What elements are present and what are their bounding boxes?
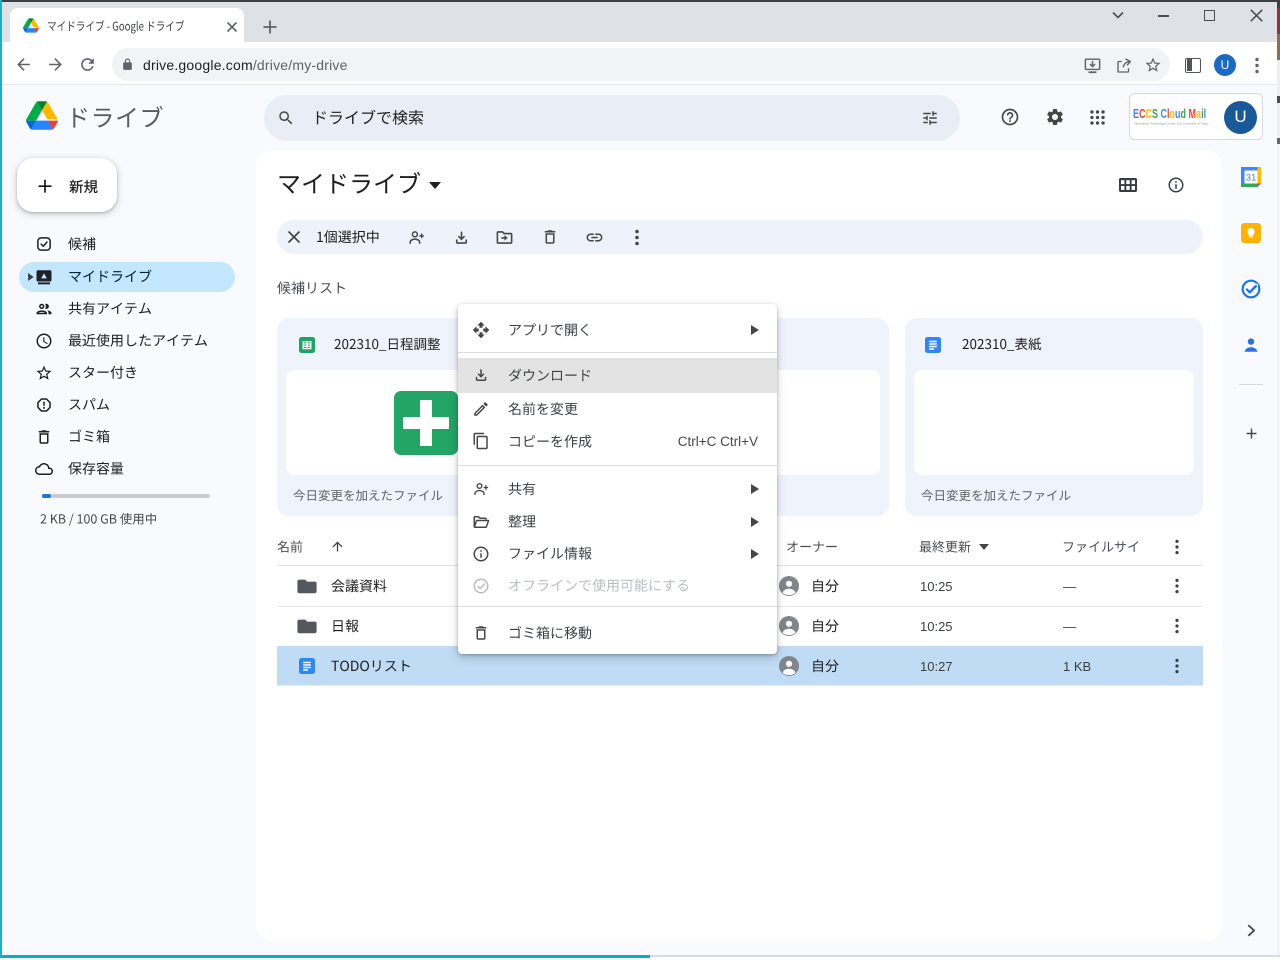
svg-text:31: 31 [1246,173,1257,184]
